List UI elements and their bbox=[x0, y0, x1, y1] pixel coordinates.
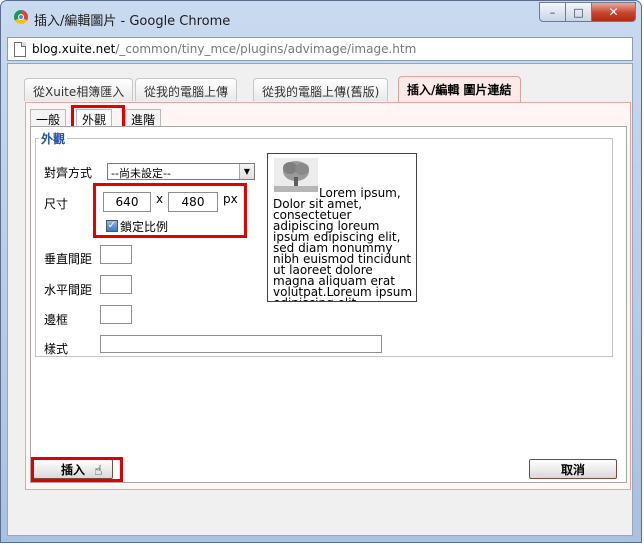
align-select[interactable]: --尚未設定-- ▼ bbox=[107, 163, 255, 180]
page-icon bbox=[14, 42, 26, 57]
align-select-value: --尚未設定-- bbox=[111, 167, 171, 180]
tab-advanced[interactable]: 進階 bbox=[125, 109, 162, 127]
appearance-fieldset: 外觀 對齊方式 --尚未設定-- ▼ 尺寸 640 x 480 px ✓ 鎖定比… bbox=[35, 130, 613, 357]
tab-insert-edit-image-link[interactable]: 插入/編輯 圖片連結 bbox=[398, 76, 521, 103]
cancel-button-label: 取消 bbox=[560, 462, 585, 477]
image-preview: Lorem ipsum, Dolor sit amet, consectetue… bbox=[267, 153, 417, 302]
hand-cursor-icon: ☝ bbox=[94, 463, 103, 479]
browser-window: 插入/編輯圖片 - Google Chrome – □ ✕ blog.xuite… bbox=[0, 0, 642, 543]
style-label: 樣式 bbox=[44, 342, 69, 356]
vspace-label: 垂直間距 bbox=[44, 252, 93, 266]
address-bar[interactable]: blog.xuite.net/_common/tiny_mce/plugins/… bbox=[7, 37, 633, 61]
tab-upload-from-computer-legacy[interactable]: 從我的電腦上傳(舊版) bbox=[253, 78, 389, 101]
size-highlight bbox=[93, 183, 247, 238]
url-domain: blog.xuite.net bbox=[32, 42, 116, 56]
tree-thumbnail-icon bbox=[274, 158, 318, 192]
vspace-input[interactable] bbox=[100, 245, 132, 264]
hspace-input[interactable] bbox=[100, 275, 132, 294]
style-input[interactable] bbox=[100, 335, 382, 353]
minimize-button[interactable]: – bbox=[539, 2, 566, 22]
window-title: 插入/編輯圖片 - Google Chrome bbox=[34, 14, 231, 29]
appearance-panel: 外觀 對齊方式 --尚未設定-- ▼ 尺寸 640 x 480 px ✓ 鎖定比… bbox=[30, 126, 627, 483]
url[interactable]: blog.xuite.net/_common/tiny_mce/plugins/… bbox=[32, 42, 416, 56]
hspace-label: 水平間距 bbox=[44, 283, 93, 297]
appearance-legend: 外觀 bbox=[39, 130, 68, 147]
maximize-button[interactable]: □ bbox=[565, 2, 592, 22]
size-label: 尺寸 bbox=[44, 197, 69, 211]
align-label: 對齊方式 bbox=[44, 166, 93, 180]
url-path: /_common/tiny_mce/plugins/advimage/image… bbox=[115, 42, 417, 56]
preview-sample-text: Lorem ipsum, Dolor sit amet, consectetue… bbox=[273, 186, 413, 301]
image-panel: 一般 外觀 進階 外觀 對齊方式 --尚未設定-- ▼ 尺寸 640 x 480 bbox=[25, 102, 631, 490]
chrome-icon bbox=[14, 10, 28, 24]
close-button[interactable]: ✕ bbox=[591, 2, 636, 22]
title-bar[interactable]: 插入/編輯圖片 - Google Chrome – □ ✕ bbox=[1, 1, 641, 31]
tab-general[interactable]: 一般 bbox=[30, 109, 67, 127]
dialog-content: 從Xuite相簿匯入 從我的電腦上傳 從我的電腦上傳(舊版) 插入/編輯 圖片連… bbox=[7, 63, 633, 536]
dialog-actions: 插入 ☝ 取消 bbox=[24, 457, 620, 485]
tab-upload-from-computer[interactable]: 從我的電腦上傳 bbox=[135, 78, 238, 101]
border-input[interactable] bbox=[100, 305, 132, 324]
tab-import-xuite-album[interactable]: 從Xuite相簿匯入 bbox=[24, 78, 134, 101]
chevron-down-icon[interactable]: ▼ bbox=[239, 164, 254, 179]
cancel-button[interactable]: 取消 bbox=[529, 459, 617, 479]
border-label: 邊框 bbox=[44, 313, 69, 327]
